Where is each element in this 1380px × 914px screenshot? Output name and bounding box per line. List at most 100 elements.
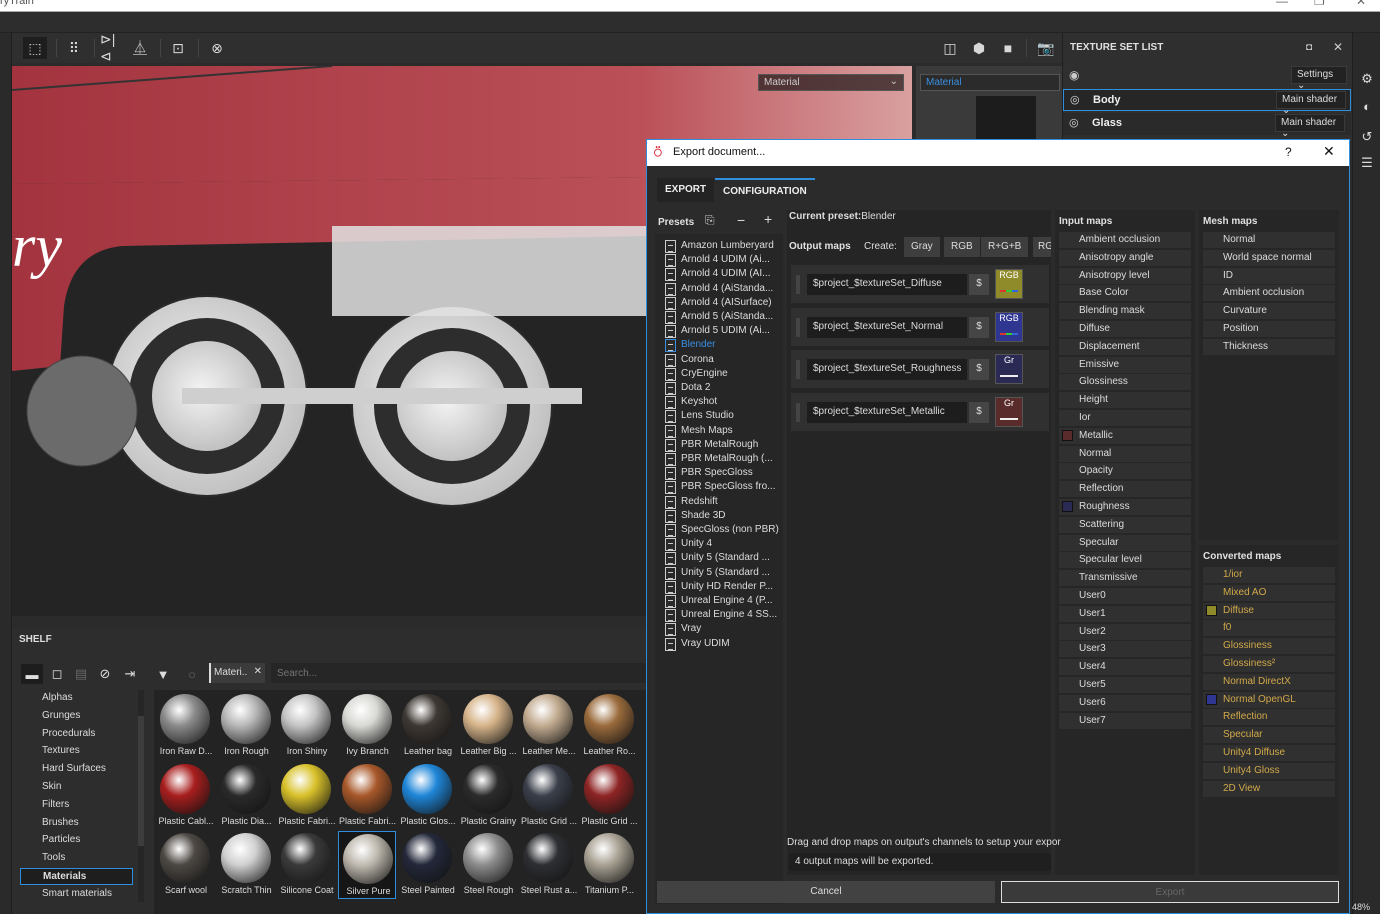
eye-icon[interactable]: ◎ <box>1069 116 1079 129</box>
shader-dropdown[interactable]: Main shader ⌄ <box>1275 114 1345 139</box>
material-thumbnail[interactable]: Leather Me... <box>519 692 577 760</box>
shelf-category[interactable]: Hard Surfaces <box>20 761 133 778</box>
output-map-name-input[interactable]: $project_$textureSet_Diffuse <box>807 274 967 295</box>
map-item[interactable]: Specular level <box>1059 552 1191 569</box>
preset-item[interactable]: Lens Studio <box>665 410 734 424</box>
scrollbar-thumb[interactable] <box>138 716 144 846</box>
duplicate-preset-icon[interactable]: ⎘ <box>705 213 715 228</box>
visibility-toggle-icon[interactable]: ◉ <box>1069 68 1079 82</box>
preset-item[interactable]: Vray <box>665 623 701 637</box>
converted-map-item[interactable]: Glossiness <box>1203 638 1335 655</box>
shader-dropdown[interactable]: Main shader ⌄ <box>1276 91 1346 116</box>
channel-swatch[interactable]: RGB <box>995 311 1023 342</box>
map-item[interactable]: Metallic <box>1059 427 1191 444</box>
shader-settings-icon[interactable]: ◐ <box>1359 99 1375 115</box>
map-item[interactable]: User6 <box>1059 694 1191 711</box>
refresh-icon[interactable]: ○ <box>181 664 203 684</box>
texture-set-row[interactable]: ◎ Body Main shader ⌄ <box>1063 89 1351 116</box>
material-thumbnail[interactable]: Plastic Grainy <box>459 762 517 830</box>
insert-variable-button[interactable]: $ <box>969 402 989 424</box>
output-map-name-input[interactable]: $project_$textureSet_Normal <box>807 316 967 338</box>
converted-map-item[interactable]: f0 <box>1203 620 1335 637</box>
float-panel-icon[interactable]: ◘ <box>1306 42 1312 53</box>
map-item[interactable]: Base Color <box>1059 285 1191 302</box>
map-item[interactable]: Opacity <box>1059 463 1191 480</box>
map-item[interactable]: Height <box>1059 392 1191 409</box>
create-gray-button[interactable]: Gray <box>904 237 940 257</box>
material-thumbnail[interactable]: Plastic Fabri... <box>338 762 396 830</box>
preset-item[interactable]: Arnold 4 (AISurface) <box>665 296 772 311</box>
channel-swatch[interactable]: RGB <box>995 269 1023 299</box>
preset-item[interactable]: SpecGloss (non PBR) <box>665 524 779 538</box>
map-item[interactable]: Ambient occlusion <box>1203 285 1335 302</box>
preset-item[interactable]: Mesh Maps <box>665 424 733 439</box>
map-item[interactable]: Transmissive <box>1059 570 1191 587</box>
drag-handle[interactable] <box>796 403 800 423</box>
map-item[interactable]: Position <box>1203 321 1335 337</box>
preset-item[interactable]: Arnold 4 (AiStanda... <box>665 282 773 297</box>
map-item[interactable]: Normal <box>1203 232 1335 248</box>
log-icon[interactable]: ☰ <box>1359 155 1375 171</box>
preset-item[interactable]: Arnold 4 UDIM (Ai... <box>665 254 770 268</box>
shelf-category[interactable]: Filters <box>20 797 133 814</box>
screenshot-icon[interactable]: 📷 <box>1034 37 1058 59</box>
map-item[interactable]: Blending mask <box>1059 303 1191 320</box>
material-thumbnail[interactable]: Plastic Dia... <box>217 762 275 830</box>
grid-icon[interactable]: ⠿ <box>62 37 86 59</box>
add-preset-button[interactable]: + <box>764 211 772 227</box>
preset-item[interactable]: Blender <box>665 339 715 353</box>
texture-set-row[interactable]: ◎ Glass Main shader ⌄ <box>1063 113 1351 139</box>
converted-map-item[interactable]: Mixed AO <box>1203 584 1335 601</box>
preset-item[interactable]: Redshift <box>665 495 718 510</box>
hide-icon[interactable]: ⊘ <box>94 664 116 684</box>
output-map-row[interactable]: $project_$textureSet_Roughness $ Gr <box>791 350 1049 389</box>
map-item[interactable]: Specular <box>1059 534 1191 551</box>
material-dropdown[interactable]: Material ⌄ <box>758 74 904 91</box>
insert-variable-button[interactable]: $ <box>969 316 989 338</box>
help-button[interactable]: ? <box>1285 145 1292 159</box>
map-item[interactable]: Glossiness <box>1059 374 1191 391</box>
map-item[interactable]: Reflection <box>1059 481 1191 498</box>
drag-handle[interactable] <box>796 317 800 337</box>
map-item[interactable]: ID <box>1203 267 1335 284</box>
preset-item[interactable]: CryEngine <box>665 367 728 382</box>
shelf-category[interactable]: Grunges <box>20 708 133 725</box>
preset-item[interactable]: Unity 5 (Standard ... <box>665 566 770 581</box>
preset-item[interactable]: Arnold 5 UDIM (Ai... <box>665 325 770 339</box>
material-thumbnail[interactable]: Silicone Coat <box>277 831 335 899</box>
preset-item[interactable]: Vray UDIM <box>665 637 730 652</box>
output-map-name-input[interactable]: $project_$textureSet_Roughness <box>807 359 967 381</box>
output-map-row[interactable]: $project_$textureSet_Diffuse $ RGB <box>791 265 1049 303</box>
material-thumbnail[interactable]: Ivy Branch <box>338 692 396 760</box>
history-icon[interactable]: ↺ <box>1359 129 1375 145</box>
preset-item[interactable]: PBR SpecGloss fro... <box>665 481 775 495</box>
channel-swatch[interactable]: Gr <box>995 354 1023 385</box>
output-map-row[interactable]: $project_$textureSet_Metallic $ Gr <box>791 393 1049 432</box>
drag-handle[interactable] <box>796 275 800 294</box>
insert-variable-button[interactable]: $ <box>969 274 989 295</box>
map-item[interactable]: Anisotropy level <box>1059 267 1191 284</box>
material-thumbnail[interactable]: Plastic Glos... <box>398 762 456 830</box>
map-item[interactable]: Roughness <box>1059 499 1191 515</box>
category-scrollbar[interactable] <box>138 690 144 902</box>
map-item[interactable]: Scattering <box>1059 516 1191 533</box>
map-item[interactable]: User4 <box>1059 659 1191 676</box>
material-thumbnail[interactable]: Titanium P... <box>580 831 638 899</box>
map-item[interactable]: Diffuse <box>1059 321 1191 337</box>
preset-item[interactable]: Amazon Lumberyard <box>665 240 774 254</box>
material-thumbnail[interactable]: Leather bag <box>398 692 456 760</box>
map-item[interactable]: World space normal <box>1203 249 1335 266</box>
map-item[interactable]: Thickness <box>1203 338 1335 355</box>
output-map-row[interactable]: $project_$textureSet_Normal $ RGB <box>791 307 1049 346</box>
close-dialog-button[interactable]: ✕ <box>1323 143 1335 160</box>
preset-item[interactable]: Shade 3D <box>665 509 725 524</box>
minimize-button[interactable]: — <box>1276 0 1288 8</box>
map-item[interactable]: Curvature <box>1203 303 1335 320</box>
converted-map-item[interactable]: Diffuse <box>1203 602 1335 619</box>
material-thumbnail[interactable]: Plastic Fabri... <box>277 762 336 830</box>
create-r-g-b-button[interactable]: R+G+B <box>981 237 1029 257</box>
preset-item[interactable]: Unity HD Render P... <box>665 580 773 595</box>
preset-item[interactable]: Arnold 4 UDIM (AI... <box>665 268 770 282</box>
shelf-category[interactable]: Particles <box>20 832 133 849</box>
converted-map-item[interactable]: Specular <box>1203 727 1335 744</box>
